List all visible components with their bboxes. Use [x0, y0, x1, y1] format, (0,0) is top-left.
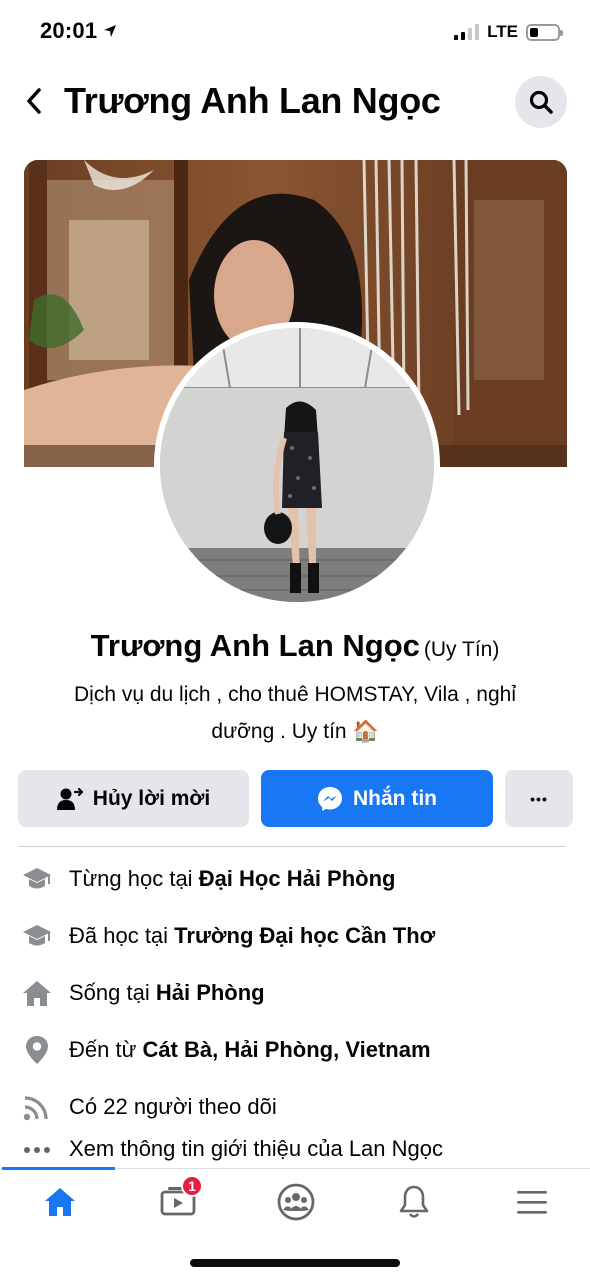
back-button[interactable]	[18, 84, 50, 118]
user-cancel-icon	[56, 787, 83, 810]
chevron-left-icon	[27, 88, 41, 114]
info-item-studied-at: Từng học tại Đại Học Hải Phòng	[20, 850, 580, 907]
profile-picture-frame[interactable]	[154, 322, 440, 608]
nav-groups[interactable]	[266, 1177, 326, 1227]
info-item-see-about[interactable]: Xem thông tin giới thiệu của Lan Ngọc	[20, 1135, 580, 1167]
followers-rss-icon	[20, 1090, 54, 1124]
groups-icon	[277, 1183, 315, 1221]
profile-actions: Hủy lời mời Nhắn tin •••	[18, 770, 573, 827]
graduation-cap-icon	[20, 862, 54, 896]
home-icon	[45, 1188, 75, 1216]
menu-icon	[517, 1191, 547, 1214]
info-text: Có 22 người theo dõi	[69, 1093, 277, 1119]
info-text: Đến từ Cát Bà, Hải Phòng, Vietnam	[69, 1036, 431, 1062]
avatar-image	[160, 328, 434, 602]
status-time: 20:01	[40, 18, 98, 43]
watch-notification-badge: 1	[181, 1175, 203, 1197]
info-item-lives-in: Sống tại Hải Phòng	[20, 964, 580, 1021]
profile-name: Trương Anh Lan Ngọc	[90, 628, 420, 663]
battery-icon	[526, 23, 563, 41]
search-button[interactable]	[515, 76, 567, 128]
signal-icon	[454, 24, 480, 40]
nav-home[interactable]	[30, 1177, 90, 1227]
status-indicators: LTE	[454, 22, 563, 42]
graduation-cap-icon	[20, 919, 54, 953]
cancel-friend-request-label: Hủy lời mời	[92, 786, 211, 810]
bio-line-2: dưỡng . Uy tín 🏠	[211, 720, 379, 743]
profile-header: Trương Anh Lan Ngọc	[0, 70, 590, 136]
nav-watch[interactable]: 1	[148, 1175, 208, 1227]
nav-notifications[interactable]	[384, 1177, 444, 1227]
nav-menu[interactable]	[502, 1177, 562, 1227]
more-dots-icon	[20, 1135, 54, 1167]
active-tab-indicator	[2, 1167, 115, 1170]
network-label: LTE	[487, 22, 518, 41]
more-options-button[interactable]: •••	[505, 770, 573, 827]
info-text: Từng học tại Đại Học Hải Phòng	[69, 865, 396, 891]
status-bar: 20:01 LTE	[0, 0, 590, 66]
notifications-bell-icon	[399, 1185, 429, 1218]
info-text: Xem thông tin giới thiệu của Lan Ngọc	[69, 1136, 443, 1161]
info-item-studied-at-2: Đã học tại Trường Đại học Cần Thơ	[20, 907, 580, 964]
section-divider	[18, 846, 566, 847]
profile-name-suffix: (Uy Tín)	[423, 638, 500, 661]
search-icon	[529, 90, 553, 114]
messenger-icon	[318, 786, 342, 811]
message-label: Nhắn tin	[353, 786, 437, 810]
info-text: Đã học tại Trường Đại học Cần Thơ	[69, 922, 436, 948]
message-button[interactable]: Nhắn tin	[261, 770, 493, 827]
bio-line-1: Dịch vụ du lịch , cho thuê HOMSTAY, Vila…	[74, 683, 516, 706]
profile-bio: Dịch vụ du lịch , cho thuê HOMSTAY, Vila…	[30, 676, 560, 750]
avatar[interactable]	[160, 328, 434, 602]
location-pin-icon	[20, 1033, 54, 1067]
info-item-from: Đến từ Cát Bà, Hải Phòng, Vietnam	[20, 1021, 580, 1078]
profile-name-line: Trương Anh Lan Ngọc (Uy Tín)	[0, 628, 590, 664]
cancel-friend-request-button[interactable]: Hủy lời mời	[18, 770, 249, 827]
location-arrow-icon	[104, 25, 117, 37]
info-text: Sống tại Hải Phòng	[69, 979, 265, 1005]
page-title: Trương Anh Lan Ngọc	[64, 80, 441, 121]
status-time-group: 20:01	[40, 18, 117, 44]
home-indicator[interactable]	[190, 1259, 400, 1267]
house-icon	[20, 976, 54, 1010]
more-dots-icon: •••	[530, 790, 548, 807]
info-item-followers[interactable]: Có 22 người theo dõi	[20, 1078, 580, 1135]
